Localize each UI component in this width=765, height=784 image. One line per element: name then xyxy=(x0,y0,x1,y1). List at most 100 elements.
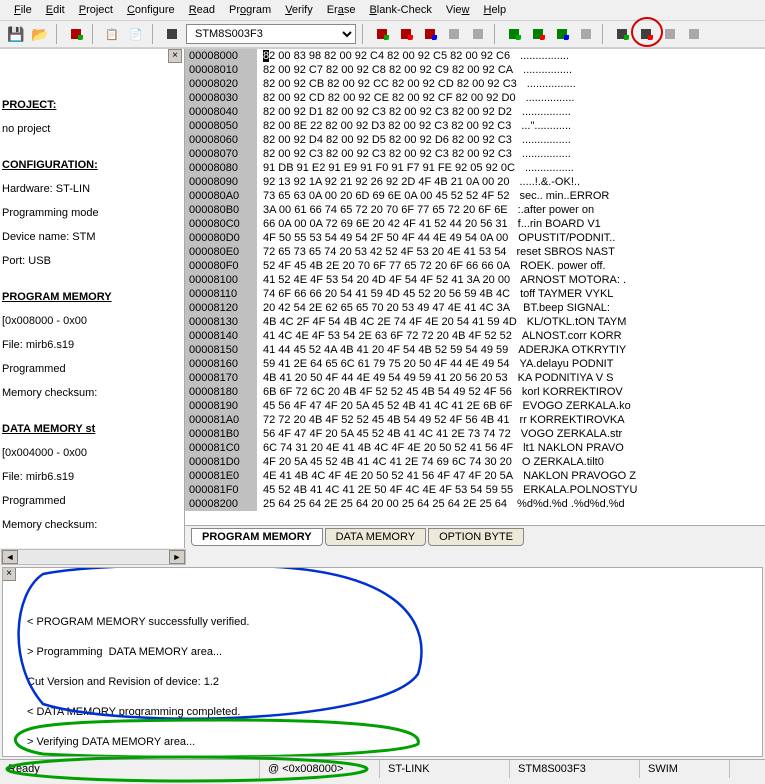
menu-view[interactable]: View xyxy=(440,2,476,18)
hex-row[interactable]: 000081F045 52 4B 41 4C 41 2E 50 4F 4C 4E… xyxy=(185,483,765,497)
hex-bytes[interactable]: 74 6F 66 66 20 54 41 59 4D 45 52 20 56 5… xyxy=(257,287,516,301)
hex-row[interactable]: 000080F052 4F 45 4B 2E 20 70 6F 77 65 72… xyxy=(185,259,765,273)
hex-row[interactable]: 0000803082 00 92 CD 82 00 92 CE 82 00 92… xyxy=(185,91,765,105)
menu-blank-check[interactable]: Blank-Check xyxy=(363,2,437,18)
chip-cur-prog[interactable] xyxy=(636,24,656,44)
hex-row[interactable]: 0000807082 00 92 C3 82 00 92 C3 82 00 92… xyxy=(185,147,765,161)
scroll-left[interactable]: ◄ xyxy=(2,550,18,564)
hex-row[interactable]: 0000816059 41 2E 64 65 6C 61 79 75 20 50… xyxy=(185,357,765,371)
log-close[interactable]: × xyxy=(2,567,16,581)
hex-row[interactable]: 000081704B 41 20 50 4F 44 4E 49 54 49 59… xyxy=(185,371,765,385)
hex-bytes[interactable]: 82 00 92 CB 82 00 92 CC 82 00 92 CD 82 0… xyxy=(257,77,523,91)
hex-row[interactable]: 000081806B 6F 72 6C 20 4B 4F 52 52 45 4B… xyxy=(185,385,765,399)
chip-pm-prog[interactable] xyxy=(528,24,548,44)
hex-bytes[interactable]: 91 DB 91 E2 91 E9 91 F0 91 F7 91 FE 92 0… xyxy=(257,161,521,175)
hex-row[interactable]: 0000812020 42 54 2E 62 65 65 70 20 53 49… xyxy=(185,301,765,315)
chip-all-verify[interactable] xyxy=(420,24,440,44)
hex-row[interactable]: 0000811074 6F 66 66 20 54 41 59 4D 45 52… xyxy=(185,287,765,301)
menu-program[interactable]: Program xyxy=(223,2,277,18)
hex-bytes[interactable]: 45 56 4F 47 4F 20 5A 45 52 4B 41 4C 41 2… xyxy=(257,399,519,413)
hex-bytes[interactable]: 82 00 92 D4 82 00 92 D5 82 00 92 D6 82 0… xyxy=(257,133,518,147)
chip-pm-verify[interactable] xyxy=(552,24,572,44)
tab-option-byte[interactable]: OPTION BYTE xyxy=(428,528,524,546)
menu-file[interactable]: File xyxy=(8,2,38,18)
hex-row[interactable]: 000081E04E 41 4B 4C 4F 4E 20 50 52 41 56… xyxy=(185,469,765,483)
scroll-right[interactable]: ► xyxy=(169,550,185,564)
hex-bytes[interactable]: 25 64 25 64 2E 25 64 20 00 25 64 25 64 2… xyxy=(257,497,513,511)
save-button[interactable]: 💾 xyxy=(6,24,26,44)
sidebar-scroll[interactable]: ◄► xyxy=(1,549,186,565)
menu-edit[interactable]: Edit xyxy=(40,2,71,18)
hex-row[interactable]: 000080A073 65 63 0A 00 20 6D 69 6E 0A 00… xyxy=(185,189,765,203)
menu-verify[interactable]: Verify xyxy=(279,2,319,18)
hex-bytes[interactable]: 3A 00 61 66 74 65 72 20 70 6F 77 65 72 2… xyxy=(257,203,514,217)
hex-row[interactable]: 0000819045 56 4F 47 4F 20 5A 45 52 4B 41… xyxy=(185,399,765,413)
hex-row[interactable]: 000080E072 65 73 65 74 20 53 42 52 4F 53… xyxy=(185,245,765,259)
hex-row[interactable]: 0000804082 00 92 D1 82 00 92 C3 82 00 92… xyxy=(185,105,765,119)
hex-bytes[interactable]: 72 65 73 65 74 20 53 42 52 4F 53 20 4E 4… xyxy=(257,245,512,259)
hex-bytes[interactable]: 20 42 54 2E 62 65 65 70 20 53 49 47 4E 4… xyxy=(257,301,516,315)
hex-bytes[interactable]: 56 4F 47 4F 20 5A 45 52 4B 41 4C 41 2E 7… xyxy=(257,427,517,441)
hex-bytes[interactable]: 4E 41 4B 4C 4F 4E 20 50 52 41 56 4F 47 4… xyxy=(257,469,519,483)
chip-all-read[interactable] xyxy=(372,24,392,44)
hex-bytes[interactable]: 82 00 92 C7 82 00 92 C8 82 00 92 C9 82 0… xyxy=(257,63,519,77)
chip-button-1[interactable] xyxy=(66,24,86,44)
hex-bytes[interactable]: 41 44 45 52 4A 4B 41 20 4F 54 4B 52 59 5… xyxy=(257,343,514,357)
hex-bytes[interactable]: 92 13 92 1A 92 21 92 26 92 2D 4F 4B 21 0… xyxy=(257,175,515,189)
hex-bytes[interactable]: 6B 6F 72 6C 20 4B 4F 52 52 45 4B 54 49 5… xyxy=(257,385,518,399)
paste-button[interactable]: 📄 xyxy=(126,24,146,44)
chip-cur-read[interactable] xyxy=(612,24,632,44)
tab-data-memory[interactable]: DATA MEMORY xyxy=(325,528,426,546)
hex-bytes[interactable]: 82 00 92 D1 82 00 92 C3 82 00 92 C3 82 0… xyxy=(257,105,518,119)
hex-row[interactable]: 0000810041 52 4E 4F 53 54 20 4D 4F 54 4F… xyxy=(185,273,765,287)
hex-bytes[interactable]: 52 4F 45 4B 2E 20 70 6F 77 65 72 20 6F 6… xyxy=(257,259,516,273)
hex-row[interactable]: 0000806082 00 92 D4 82 00 92 D5 82 00 92… xyxy=(185,133,765,147)
menu-project[interactable]: Project xyxy=(73,2,119,18)
menu-help[interactable]: Help xyxy=(477,2,512,18)
menu-erase[interactable]: Erase xyxy=(321,2,362,18)
hex-row[interactable]: 000080D04F 50 55 53 54 49 54 2F 50 4F 44… xyxy=(185,231,765,245)
hex-row[interactable]: 000081B056 4F 47 4F 20 5A 45 52 4B 41 4C… xyxy=(185,427,765,441)
hex-row[interactable]: 000081A072 72 20 4B 4F 52 52 45 4B 54 49… xyxy=(185,413,765,427)
hex-bytes[interactable]: 4F 20 5A 45 52 4B 41 4C 41 2E 74 69 6C 7… xyxy=(257,455,518,469)
hex-bytes[interactable]: 4B 41 20 50 4F 44 4E 49 54 49 59 41 20 5… xyxy=(257,371,514,385)
chip-button-2[interactable] xyxy=(162,24,182,44)
hex-bytes[interactable]: 66 0A 00 0A 72 69 6E 20 42 4F 41 52 44 2… xyxy=(257,217,514,231)
hex-bytes[interactable]: 4F 50 55 53 54 49 54 2F 50 4F 44 4E 49 5… xyxy=(257,231,514,245)
device-select[interactable]: STM8S003F3 xyxy=(186,24,356,44)
hex-row[interactable]: 0000808091 DB 91 E2 91 E9 91 F0 91 F7 91… xyxy=(185,161,765,175)
hex-row[interactable]: 0000805082 00 8E 22 82 00 92 D3 82 00 92… xyxy=(185,119,765,133)
hex-row[interactable]: 0000814041 4C 4E 4F 53 54 2E 63 6F 72 72… xyxy=(185,329,765,343)
hex-row[interactable]: 0000800082 00 83 98 82 00 92 C4 82 00 92… xyxy=(185,49,765,63)
hex-row[interactable]: 000080B03A 00 61 66 74 65 72 20 70 6F 77… xyxy=(185,203,765,217)
hex-bytes[interactable]: 73 65 63 0A 00 20 6D 69 6E 0A 00 45 52 5… xyxy=(257,189,515,203)
hex-bytes[interactable]: 82 00 8E 22 82 00 92 D3 82 00 92 C3 82 0… xyxy=(257,119,517,133)
hex-row[interactable]: 000081C06C 74 31 20 4E 41 4B 4C 4F 4E 20… xyxy=(185,441,765,455)
hex-row[interactable]: 0000820025 64 25 64 2E 25 64 20 00 25 64… xyxy=(185,497,765,511)
hex-bytes[interactable]: 6C 74 31 20 4E 41 4B 4C 4F 4E 20 50 52 4… xyxy=(257,441,519,455)
sidebar-close[interactable]: × xyxy=(168,49,182,63)
hex-bytes[interactable]: 82 00 83 98 82 00 92 C4 82 00 92 C5 82 0… xyxy=(257,49,516,63)
open-button[interactable]: 📂 xyxy=(30,24,50,44)
chip-all-prog[interactable] xyxy=(396,24,416,44)
hex-bytes[interactable]: 82 00 92 CD 82 00 92 CE 82 00 92 CF 82 0… xyxy=(257,91,522,105)
hex-bytes[interactable]: 45 52 4B 41 4C 41 2E 50 4F 4C 4E 4F 53 5… xyxy=(257,483,519,497)
hex-row[interactable]: 000081D04F 20 5A 45 52 4B 41 4C 41 2E 74… xyxy=(185,455,765,469)
hex-row[interactable]: 000080C066 0A 00 0A 72 69 6E 20 42 4F 41… xyxy=(185,217,765,231)
menu-read[interactable]: Read xyxy=(183,2,221,18)
hex-bytes[interactable]: 72 72 20 4B 4F 52 52 45 4B 54 49 52 4F 5… xyxy=(257,413,515,427)
menu-configure[interactable]: Configure xyxy=(121,2,181,18)
hex-bytes[interactable]: 4B 4C 2F 4F 54 4B 4C 2E 74 4F 4E 20 54 4… xyxy=(257,315,523,329)
hex-bytes[interactable]: 41 52 4E 4F 53 54 20 4D 4F 54 4F 52 41 3… xyxy=(257,273,516,287)
hex-row[interactable]: 0000802082 00 92 CB 82 00 92 CC 82 00 92… xyxy=(185,77,765,91)
hex-row[interactable]: 0000809092 13 92 1A 92 21 92 26 92 2D 4F… xyxy=(185,175,765,189)
chip-pm-read[interactable] xyxy=(504,24,524,44)
copy-button[interactable]: 📋 xyxy=(102,24,122,44)
hex-row[interactable]: 000081304B 4C 2F 4F 54 4B 4C 2E 74 4F 4E… xyxy=(185,315,765,329)
hex-bytes[interactable]: 41 4C 4E 4F 53 54 2E 63 6F 72 72 20 4B 4… xyxy=(257,329,518,343)
hex-bytes[interactable]: 82 00 92 C3 82 00 92 C3 82 00 92 C3 82 0… xyxy=(257,147,518,161)
hex-viewer[interactable]: 0000800082 00 83 98 82 00 92 C4 82 00 92… xyxy=(185,49,765,548)
tab-program-memory[interactable]: PROGRAM MEMORY xyxy=(191,528,323,546)
hex-row[interactable]: 0000815041 44 45 52 4A 4B 41 20 4F 54 4B… xyxy=(185,343,765,357)
hex-row[interactable]: 0000801082 00 92 C7 82 00 92 C8 82 00 92… xyxy=(185,63,765,77)
